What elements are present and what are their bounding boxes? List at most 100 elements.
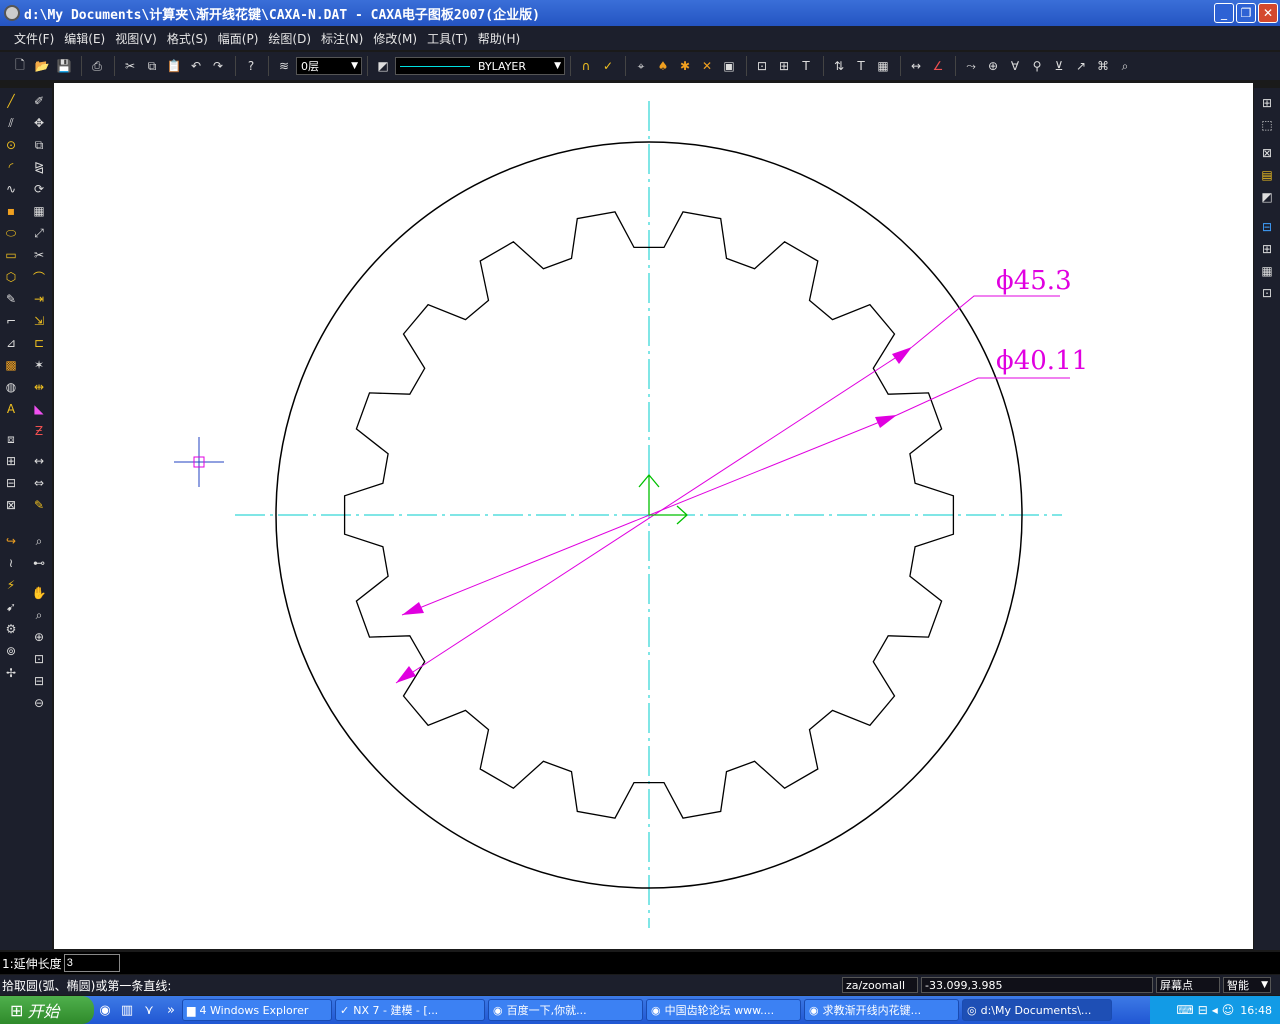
user-icon[interactable]: ☺ bbox=[1222, 1003, 1235, 1017]
break-line-icon[interactable]: ⚡ bbox=[2, 576, 20, 594]
properties-icon[interactable]: ♠ bbox=[653, 56, 673, 76]
zoom-out-icon[interactable]: ⊖ bbox=[30, 694, 48, 712]
text-tool-icon[interactable]: A bbox=[2, 400, 20, 418]
zoom-all-icon[interactable]: ⊞ bbox=[774, 56, 794, 76]
zigzag-icon[interactable]: Ƶ bbox=[30, 422, 48, 440]
menu-format[interactable]: 格式(S) bbox=[167, 30, 208, 47]
dim-linear-icon[interactable]: ↔ bbox=[30, 452, 48, 470]
roughness-icon[interactable]: ∀ bbox=[1005, 56, 1025, 76]
undo-icon[interactable]: ↶ bbox=[186, 56, 206, 76]
arrow-tool-icon[interactable]: ➹ bbox=[2, 598, 20, 616]
balloon-icon[interactable]: ⌘ bbox=[1093, 56, 1113, 76]
table-icon[interactable]: ▦ bbox=[873, 56, 893, 76]
start-button[interactable]: ⊞ 开始 bbox=[0, 996, 94, 1024]
dim-edit-icon[interactable]: ✎ bbox=[30, 496, 48, 514]
arc-tool-icon[interactable]: ◜ bbox=[2, 158, 20, 176]
text-frame-icon[interactable]: T bbox=[796, 56, 816, 76]
minimize-button[interactable]: _ bbox=[1214, 3, 1234, 23]
line-tool-icon[interactable]: ╱ bbox=[2, 92, 20, 110]
image-icon[interactable]: ◩ bbox=[1258, 188, 1276, 206]
move-icon[interactable]: ✥ bbox=[30, 114, 48, 132]
sort-icon[interactable]: ⇅ bbox=[829, 56, 849, 76]
bom-icon[interactable]: ▦ bbox=[1258, 262, 1276, 280]
quicklaunch-more-icon[interactable]: » bbox=[160, 999, 182, 1021]
paste-icon[interactable]: 📋 bbox=[164, 56, 184, 76]
zoom-dynamic-icon[interactable]: ⌕ bbox=[30, 606, 48, 624]
format-painter-icon[interactable]: ✱ bbox=[675, 56, 695, 76]
part-icon[interactable]: ⊟ bbox=[1258, 218, 1276, 236]
task-windows-explorer[interactable]: ▆ 4 Windows Explorer bbox=[182, 999, 332, 1021]
copy-icon[interactable]: ⧉ bbox=[142, 56, 162, 76]
keyboard-icon[interactable]: ⌨ bbox=[1176, 1003, 1193, 1017]
erase-icon[interactable]: ✐ bbox=[30, 92, 48, 110]
save-icon[interactable]: 💾 bbox=[54, 56, 74, 76]
stretch-icon[interactable]: ⇲ bbox=[30, 312, 48, 330]
menu-draw[interactable]: 绘图(D) bbox=[268, 30, 311, 47]
parallel-line-icon[interactable]: ⫽ bbox=[2, 114, 20, 132]
view-manager-icon[interactable]: ⊞ bbox=[1258, 94, 1276, 112]
tolerance-icon[interactable]: ⊻ bbox=[1049, 56, 1069, 76]
break-icon[interactable]: ⊏ bbox=[30, 334, 48, 352]
zoom-window-icon[interactable]: ⊡ bbox=[752, 56, 772, 76]
notebook-icon[interactable]: ▥ bbox=[116, 999, 138, 1021]
hook-icon[interactable]: ↪ bbox=[2, 532, 20, 550]
firefox-icon[interactable]: ◉ bbox=[94, 999, 116, 1021]
center-mark-icon[interactable]: ✢ bbox=[2, 664, 20, 682]
block-icon[interactable]: ⧈ bbox=[2, 430, 20, 448]
measure-distance-icon[interactable]: ⊷ bbox=[30, 554, 48, 572]
zoom-in-icon[interactable]: ⊕ bbox=[30, 628, 48, 646]
layer-icon[interactable]: ≋ bbox=[274, 56, 294, 76]
close-button[interactable]: ✕ bbox=[1258, 3, 1278, 23]
equidistant-icon[interactable]: ⊿ bbox=[2, 334, 20, 352]
cube-icon[interactable]: ⬚ bbox=[1258, 116, 1276, 134]
query-point-icon[interactable]: ⌕ bbox=[30, 532, 48, 550]
redo-icon[interactable]: ↷ bbox=[208, 56, 228, 76]
dimension-icon[interactable]: ↔ bbox=[906, 56, 926, 76]
datum-icon[interactable]: ⊕ bbox=[983, 56, 1003, 76]
weld-icon[interactable]: ⚲ bbox=[1027, 56, 1047, 76]
scale-icon[interactable]: ⤢ bbox=[30, 224, 48, 242]
explode-icon[interactable]: ✶ bbox=[30, 356, 48, 374]
query-icon[interactable]: ⌕ bbox=[1115, 56, 1135, 76]
centerline-icon[interactable]: ⌐ bbox=[2, 312, 20, 330]
angle-dimension-icon[interactable]: ∠ bbox=[928, 56, 948, 76]
network-icon[interactable]: ⊟ bbox=[1198, 1003, 1208, 1017]
pick-icon[interactable]: ⌖ bbox=[631, 56, 651, 76]
section-icon[interactable]: ↗ bbox=[1071, 56, 1091, 76]
spline-icon[interactable]: ∿ bbox=[2, 180, 20, 198]
ellipse-icon[interactable]: ⬭ bbox=[2, 224, 20, 242]
extend-icon[interactable]: ⇥ bbox=[30, 290, 48, 308]
app-launcher-icon[interactable]: ⋎ bbox=[138, 999, 160, 1021]
print-icon[interactable]: ⎙ bbox=[87, 56, 107, 76]
match-icon[interactable]: ✕ bbox=[697, 56, 717, 76]
copy-tool-icon[interactable]: ⧉ bbox=[30, 136, 48, 154]
maximize-button[interactable]: ❐ bbox=[1236, 3, 1256, 23]
cut-icon[interactable]: ✂ bbox=[120, 56, 140, 76]
title-block-icon[interactable]: ⊡ bbox=[1258, 284, 1276, 302]
smart-mode-select[interactable]: 智能 ▼ bbox=[1223, 977, 1271, 993]
block-insert-icon[interactable]: ⊞ bbox=[2, 452, 20, 470]
rectangle-icon[interactable]: ▭ bbox=[2, 246, 20, 264]
mirror-icon[interactable]: ⧎ bbox=[30, 158, 48, 176]
menu-view[interactable]: 视图(V) bbox=[115, 30, 157, 47]
task-caxa[interactable]: ◎ d:\My Documents\... bbox=[962, 999, 1112, 1021]
polyline-icon[interactable]: ✎ bbox=[2, 290, 20, 308]
trim-icon[interactable]: ✂ bbox=[30, 246, 48, 264]
open-file-icon[interactable]: 📂 bbox=[32, 56, 52, 76]
leader-icon[interactable]: ⤳ bbox=[961, 56, 981, 76]
rotate-icon[interactable]: ⟳ bbox=[30, 180, 48, 198]
linetype-icon[interactable]: ◩ bbox=[373, 56, 393, 76]
gear-icon[interactable]: ⚙ bbox=[2, 620, 20, 638]
dimension-text-inner[interactable]: ϕ40.11 bbox=[996, 346, 1088, 376]
hatch-icon[interactable]: ▩ bbox=[2, 356, 20, 374]
layer-select[interactable]: 0层 ▼ bbox=[296, 57, 362, 75]
library-icon[interactable]: ▤ bbox=[1258, 166, 1276, 184]
fillet-icon[interactable]: ⌒ bbox=[30, 268, 48, 286]
dimension-text-outer[interactable]: ϕ45.3 bbox=[996, 266, 1072, 296]
snap-icon[interactable]: ∩ bbox=[576, 56, 596, 76]
layer-state-icon[interactable]: ⊠ bbox=[1258, 144, 1276, 162]
volume-icon[interactable]: ◂ bbox=[1212, 1003, 1218, 1017]
detail-icon[interactable]: ⊞ bbox=[1258, 240, 1276, 258]
text-icon[interactable]: T bbox=[851, 56, 871, 76]
snap-toggle-icon[interactable]: ✓ bbox=[598, 56, 618, 76]
